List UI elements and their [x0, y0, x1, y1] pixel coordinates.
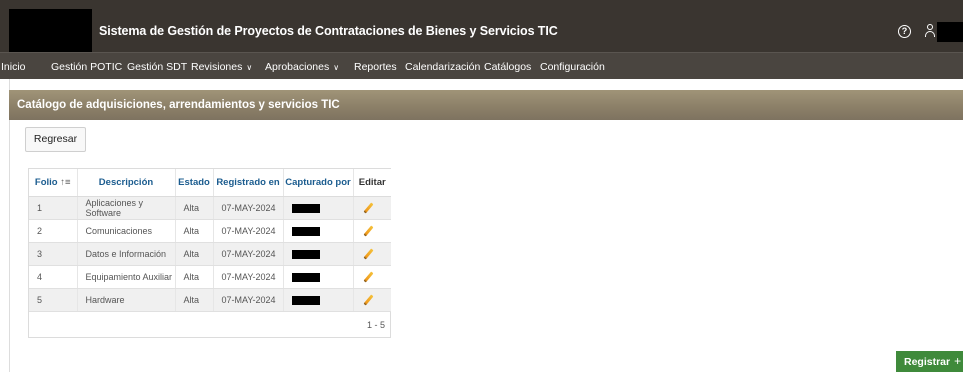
main-nav: Inicio Gestión POTIC Gestión SDT Revisio… [0, 52, 963, 79]
table-header-row: Folio ↑≡ Descripción Estado Registrado e… [29, 169, 391, 197]
table-row: 1 Aplicaciones y Software Alta 07-MAY-20… [29, 196, 391, 220]
cell-folio: 2 [29, 219, 78, 243]
pencil-edit-icon[interactable] [362, 248, 374, 260]
nav-item-reportes[interactable]: Reportes [354, 61, 397, 73]
table-row: 2 Comunicaciones Alta 07-MAY-2024 [29, 219, 391, 243]
cell-editar [353, 288, 391, 312]
pencil-edit-icon[interactable] [362, 294, 374, 306]
redacted-text [291, 226, 320, 236]
cell-folio: 3 [29, 242, 78, 266]
nav-item-configuracion[interactable]: Configuración [540, 61, 605, 73]
cell-descripcion: Comunicaciones [77, 219, 176, 243]
nav-item-gestion-potic[interactable]: Gestión POTIC [51, 61, 122, 73]
redacted-text [291, 295, 320, 305]
table-row: 5 Hardware Alta 07-MAY-2024 [29, 288, 391, 312]
cell-registrado: 07-MAY-2024 [213, 288, 284, 312]
cell-registrado: 07-MAY-2024 [213, 196, 284, 220]
redacted-text [291, 203, 320, 213]
plus-icon: + [954, 354, 962, 368]
regresar-button[interactable]: Regresar [25, 127, 86, 152]
cell-descripcion: Equipamiento Auxiliar [77, 265, 176, 289]
cell-editar [353, 196, 391, 220]
cell-descripcion: Aplicaciones y Software [77, 196, 176, 220]
cell-estado: Alta [175, 242, 214, 266]
sort-ascending-icon: ↑≡ [60, 176, 71, 188]
chevron-down-icon: ∨ [333, 63, 340, 72]
cell-registrado: 07-MAY-2024 [213, 265, 284, 289]
user-icon[interactable] [924, 24, 936, 38]
logo-redacted [9, 9, 92, 52]
nav-item-catalogos[interactable]: Catálogos [484, 61, 531, 73]
cell-folio: 1 [29, 196, 78, 220]
cell-editar [353, 242, 391, 266]
pencil-edit-icon[interactable] [362, 225, 374, 237]
nav-item-aprobaciones[interactable]: Aprobaciones ∨ [265, 61, 339, 73]
catalog-grid: Folio ↑≡ Descripción Estado Registrado e… [28, 168, 391, 338]
cell-capturado [283, 288, 354, 312]
column-header-descripcion[interactable]: Descripción [77, 169, 176, 197]
cell-editar [353, 265, 391, 289]
cell-capturado [283, 219, 354, 243]
cell-capturado [283, 196, 354, 220]
column-header-estado[interactable]: Estado [175, 169, 214, 197]
column-header-editar: Editar [353, 169, 391, 197]
nav-item-revisiones[interactable]: Revisiones ∨ [191, 61, 252, 73]
cell-estado: Alta [175, 219, 214, 243]
column-header-registrado[interactable]: Registrado en [213, 169, 284, 197]
registrar-button[interactable]: Registrar + [896, 351, 963, 372]
pagination-range: 1 - 5 [367, 320, 386, 330]
username-redacted[interactable] [937, 22, 963, 42]
app-title: Sistema de Gestión de Proyectos de Contr… [99, 24, 558, 38]
redacted-text [291, 249, 320, 259]
cell-capturado [283, 265, 354, 289]
cell-registrado: 07-MAY-2024 [213, 219, 284, 243]
cell-estado: Alta [175, 288, 214, 312]
cell-descripcion: Hardware [77, 288, 176, 312]
top-bar: Sistema de Gestión de Proyectos de Contr… [0, 0, 963, 52]
help-circle-icon[interactable]: ? [898, 25, 911, 38]
cell-folio: 5 [29, 288, 78, 312]
cell-folio: 4 [29, 265, 78, 289]
column-header-folio[interactable]: Folio ↑≡ [29, 169, 78, 197]
column-header-capturado[interactable]: Capturado por [283, 169, 354, 197]
cell-capturado [283, 242, 354, 266]
table-row: 4 Equipamiento Auxiliar Alta 07-MAY-2024 [29, 265, 391, 289]
cell-estado: Alta [175, 265, 214, 289]
catalog-table: Folio ↑≡ Descripción Estado Registrado e… [29, 169, 391, 312]
redacted-text [291, 272, 320, 282]
cell-descripcion: Datos e Información [77, 242, 176, 266]
nav-item-gestion-sdt[interactable]: Gestión SDT [127, 61, 187, 73]
cell-estado: Alta [175, 196, 214, 220]
pencil-edit-icon[interactable] [362, 202, 374, 214]
table-row: 3 Datos e Información Alta 07-MAY-2024 [29, 242, 391, 266]
cell-registrado: 07-MAY-2024 [213, 242, 284, 266]
nav-item-calendarizacion[interactable]: Calendarización [405, 61, 480, 73]
pencil-edit-icon[interactable] [362, 271, 374, 283]
region-title: Catálogo de adquisiciones, arrendamiento… [17, 99, 340, 111]
nav-item-inicio[interactable]: Inicio [1, 61, 26, 73]
cell-editar [353, 219, 391, 243]
chevron-down-icon: ∨ [246, 63, 253, 72]
